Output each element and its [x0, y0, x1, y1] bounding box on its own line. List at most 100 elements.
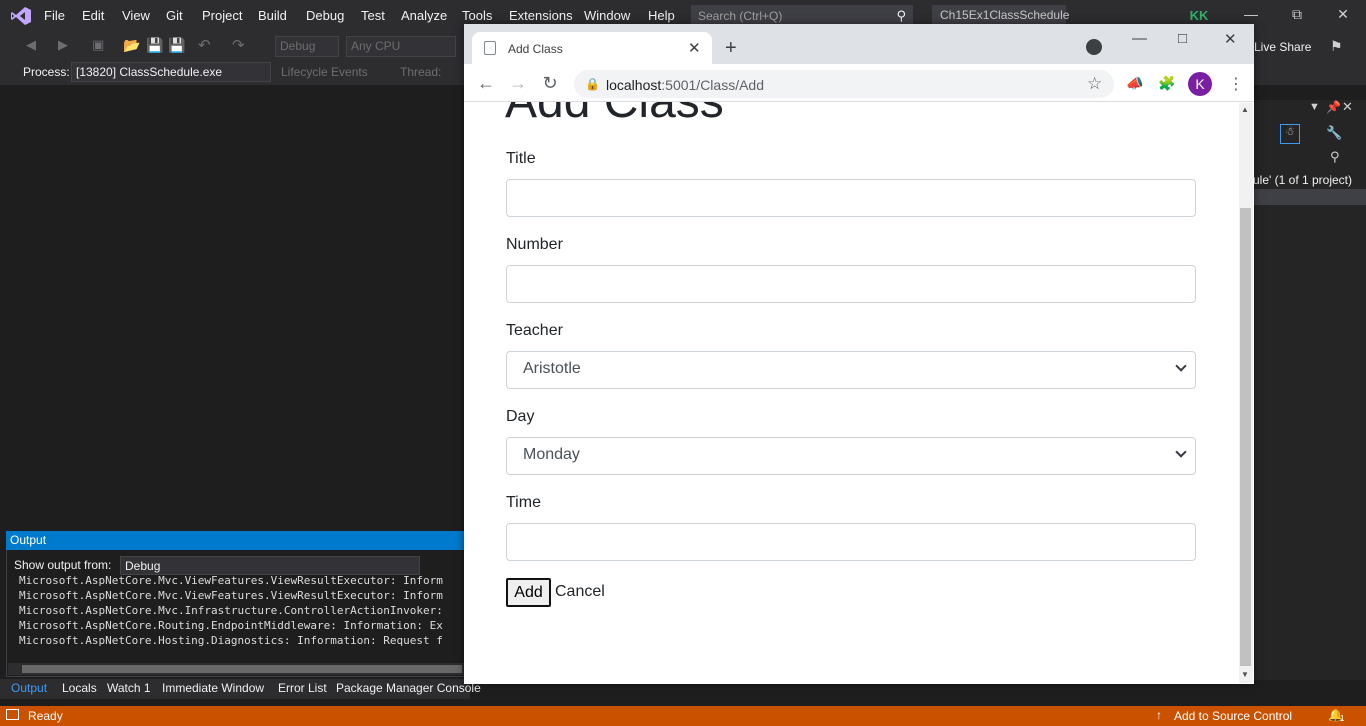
menu-analyze[interactable]: Analyze — [401, 8, 447, 23]
output-line: Microsoft.AspNetCore.Mvc.ViewFeatures.Vi… — [19, 574, 443, 587]
back-icon[interactable]: ◀ — [26, 37, 36, 53]
search-icon: ⚲ — [896, 8, 906, 23]
bookmark-star-icon[interactable]: ☆ — [1087, 74, 1102, 94]
undo-icon[interactable]: ↶ — [198, 36, 211, 54]
tab-search-icon[interactable] — [1086, 39, 1102, 55]
chevron-down-icon — [1175, 360, 1187, 372]
vs-restore-icon[interactable]: ⧉ — [1284, 6, 1310, 26]
menu-build[interactable]: Build — [258, 8, 287, 23]
menu-edit[interactable]: Edit — [82, 8, 104, 23]
platform-dropdown[interactable]: Any CPU — [346, 36, 456, 57]
pin-icon[interactable]: 📌 — [1326, 100, 1341, 114]
day-selected-value: Monday — [523, 446, 580, 463]
day-label: Day — [506, 408, 535, 425]
browser-maximize-icon[interactable]: □ — [1178, 30, 1187, 47]
visual-studio-logo-icon — [11, 7, 31, 25]
teacher-selected-value: Aristotle — [523, 360, 581, 377]
browser-menu-icon[interactable]: ⋮ — [1228, 74, 1244, 94]
menu-tools[interactable]: Tools — [462, 8, 492, 23]
notification-count: 1 — [1340, 714, 1345, 723]
teacher-select[interactable]: Aristotle — [506, 351, 1196, 389]
url-path: :5001/Class/Add — [661, 77, 764, 93]
page-scroll-thumb[interactable] — [1240, 208, 1251, 666]
open-folder-icon[interactable]: 📂 — [123, 37, 140, 54]
vs-user-avatar[interactable]: KK — [1186, 6, 1212, 26]
feedback-icon[interactable]: ⚑ — [1330, 38, 1343, 55]
solution-explorer-pane — [1253, 100, 1366, 680]
save-icon[interactable]: 💾 — [146, 37, 163, 54]
scroll-up-icon[interactable]: ▲ — [1241, 105, 1249, 114]
browser-close-icon[interactable]: ✕ — [1224, 30, 1237, 48]
pane-close-icon[interactable]: ✕ — [1342, 99, 1353, 115]
browser-tab-title: Add Class — [508, 42, 563, 56]
configuration-dropdown[interactable]: Debug — [275, 36, 339, 57]
tab-watch-1[interactable]: Watch 1 — [107, 681, 151, 695]
number-label: Number — [506, 236, 563, 253]
browser-minimize-icon[interactable]: — — [1132, 30, 1147, 47]
sync-with-document-icon[interactable]: ☃ — [1280, 124, 1300, 144]
lock-icon[interactable]: 🔒 — [585, 77, 600, 91]
output-line: Microsoft.AspNetCore.Mvc.ViewFeatures.Vi… — [19, 589, 443, 602]
add-button[interactable]: Add — [506, 578, 551, 607]
menu-test[interactable]: Test — [361, 8, 385, 23]
pane-menu-icon[interactable]: ▼ — [1309, 101, 1320, 113]
extensions-puzzle-icon[interactable]: 🧩 — [1158, 75, 1175, 92]
menu-view[interactable]: View — [122, 8, 150, 23]
tab-locals[interactable]: Locals — [62, 681, 97, 695]
menu-debug[interactable]: Debug — [306, 8, 344, 23]
menu-git[interactable]: Git — [166, 8, 183, 23]
add-to-source-control-button[interactable]: Add to Source Control — [1174, 709, 1292, 723]
output-log[interactable]: Microsoft.AspNetCore.Mvc.ViewFeatures.Vi… — [19, 573, 463, 648]
forward-icon[interactable]: ▶ — [58, 37, 68, 53]
time-input[interactable] — [506, 523, 1196, 561]
process-dropdown[interactable]: [13820] ClassSchedule.exe — [71, 62, 271, 82]
browser-back-icon[interactable]: ← — [476, 73, 496, 93]
time-label: Time — [506, 494, 541, 511]
new-project-icon[interactable]: ▣ — [92, 37, 104, 53]
lifecycle-events-dropdown[interactable]: Lifecycle Events — [281, 65, 368, 79]
cancel-link[interactable]: Cancel — [555, 583, 605, 601]
output-line: Microsoft.AspNetCore.Hosting.Diagnostics… — [19, 634, 443, 647]
menu-project[interactable]: Project — [202, 8, 242, 23]
redo-icon[interactable]: ↷ — [232, 36, 245, 54]
chevron-down-icon — [1175, 446, 1187, 458]
live-share-button[interactable]: Live Share — [1254, 40, 1311, 54]
process-label: Process: — [23, 65, 70, 79]
properties-wrench-icon[interactable]: 🔧 — [1326, 125, 1342, 141]
tab-error-list[interactable]: Error List — [278, 681, 327, 695]
show-output-from-label: Show output from: — [14, 558, 112, 572]
tab-package-manager-console[interactable]: Package Manager Console — [336, 681, 481, 695]
tab-immediate-window[interactable]: Immediate Window — [162, 681, 264, 695]
page-favicon-icon — [484, 41, 496, 55]
vs-search-box[interactable]: Search (Ctrl+Q) ⚲ — [691, 5, 913, 26]
new-tab-icon[interactable]: + — [725, 37, 737, 60]
url-host: localhost — [606, 77, 662, 93]
title-label: Title — [506, 150, 536, 167]
thread-label: Thread: — [400, 65, 442, 79]
vs-minimize-icon[interactable]: — — [1238, 6, 1264, 26]
reload-icon[interactable]: ↻ — [540, 73, 560, 93]
menu-help[interactable]: Help — [648, 8, 675, 23]
output-title: Output — [6, 531, 466, 550]
output-scroll-thumb[interactable] — [22, 665, 462, 673]
vs-close-icon[interactable]: ✕ — [1330, 6, 1356, 26]
vs-project-name: Ch15Ex1ClassSchedule — [932, 5, 1069, 26]
scroll-down-icon[interactable]: ▼ — [1241, 670, 1249, 679]
solution-selected-row[interactable] — [1253, 189, 1366, 205]
arrow-up-icon: ↑ — [1156, 708, 1162, 722]
search-solution-icon[interactable]: ⚲ — [1330, 149, 1340, 165]
tab-output[interactable]: Output — [11, 681, 47, 695]
title-input[interactable] — [506, 179, 1196, 217]
tab-close-icon[interactable]: ✕ — [688, 39, 701, 57]
status-ready: Ready — [28, 709, 63, 723]
menu-file[interactable]: File — [44, 8, 65, 23]
day-select[interactable]: Monday — [506, 437, 1196, 475]
profile-avatar[interactable]: K — [1188, 72, 1212, 96]
megaphone-extension-icon[interactable]: 📣 — [1126, 75, 1143, 92]
number-input[interactable] — [506, 265, 1196, 303]
browser-forward-icon[interactable]: → — [508, 73, 528, 93]
menu-window[interactable]: Window — [584, 8, 630, 23]
output-line: Microsoft.AspNetCore.Routing.EndpointMid… — [19, 619, 443, 632]
save-all-icon[interactable]: 💾 — [168, 37, 185, 54]
menu-extensions[interactable]: Extensions — [509, 8, 573, 23]
